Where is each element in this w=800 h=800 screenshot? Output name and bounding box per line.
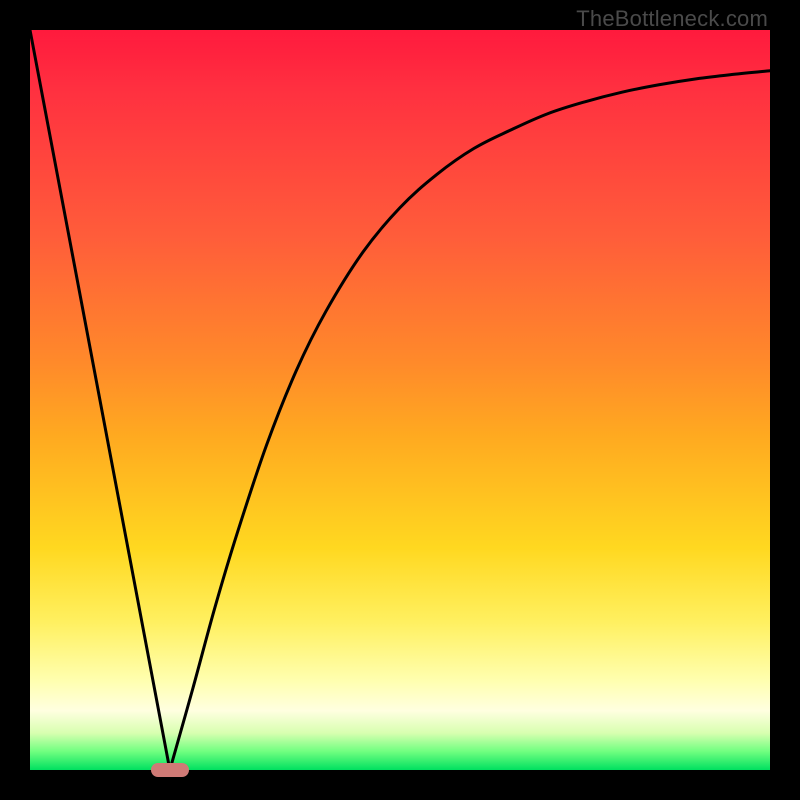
- right-curve: [170, 71, 770, 770]
- curve-svg: [30, 30, 770, 770]
- left-linear-descent: [30, 30, 170, 770]
- chart-frame: TheBottleneck.com: [0, 0, 800, 800]
- watermark-text: TheBottleneck.com: [576, 6, 768, 32]
- plot-area: [30, 30, 770, 770]
- optimum-marker: [151, 763, 189, 777]
